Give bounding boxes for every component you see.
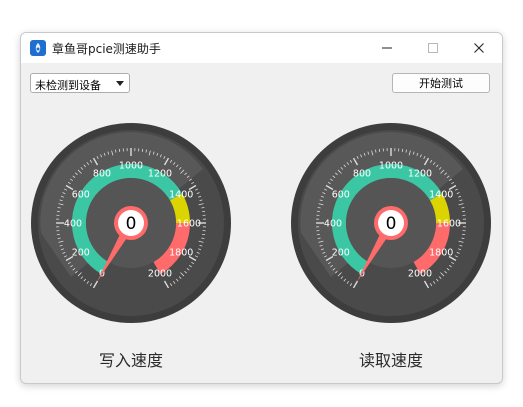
app-window: 章鱼哥pcie测速助手 未检测到设备 开始测试 0200400600800100… [20,32,503,384]
gauge-tick-label: 200 [72,248,90,259]
gauge-tick-label: 1600 [437,219,461,230]
gauges-canvas: 02004006008001000120014001600180020000 0… [31,123,491,323]
gauge-tick-label: 1000 [119,161,143,172]
gauge-tick-label: 400 [64,219,82,230]
gauge-tick-label: 400 [324,219,342,230]
gauge-value: 0 [126,214,137,234]
gauge-tick-label: 600 [72,190,90,201]
gauge-tick-label: 1600 [177,219,201,230]
gauge-tick-label: 1200 [148,168,172,179]
gauge-read: 02004006008001000120014001600180020000 [291,123,491,323]
gauge-tick-label: 1400 [169,190,193,201]
gauge-tick-label: 1400 [429,190,453,201]
gauge-tick-label: 800 [353,168,371,179]
write-speed-label: 写入速度 [98,351,163,370]
gauge-tick-label: 600 [332,190,350,201]
gauge-value: 0 [386,214,397,234]
read-speed-label: 读取速度 [358,351,423,370]
gauge-tick-label: 2000 [148,269,172,280]
gauge-tick-label: 800 [93,168,111,179]
gauge-tick-label: 1200 [408,168,432,179]
gauge-tick-label: 1800 [429,248,453,259]
gauge-tick-label: 2000 [408,269,432,280]
gauge-tick-label: 1800 [169,248,193,259]
gauge-write: 02004006008001000120014001600180020000 [31,123,231,323]
gauge-tick-label: 200 [332,248,350,259]
gauge-tick-label: 1000 [379,161,403,172]
